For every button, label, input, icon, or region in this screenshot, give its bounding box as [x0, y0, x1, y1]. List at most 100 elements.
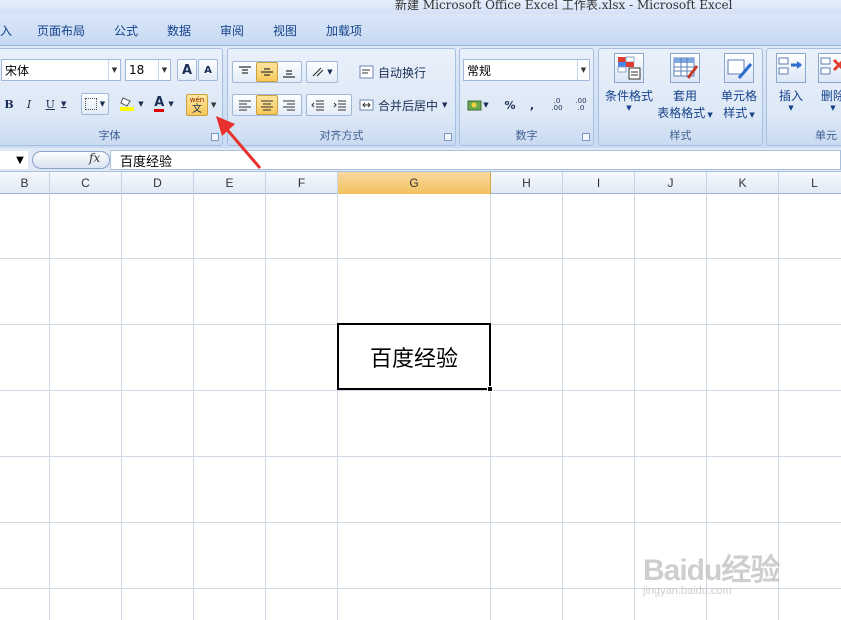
number-format-combo[interactable]: 常规 ▼ [463, 59, 590, 81]
underline-button[interactable]: U ▼ [41, 93, 71, 115]
styles-group: 条件格式 ▼ 套用 表格格式 ▼ 单元格 样式 ▼ 样式 [598, 48, 763, 146]
cell-styles-label-2: 样式 ▼ [723, 106, 755, 120]
decrease-indent-icon [311, 100, 324, 111]
column-header-i[interactable]: I [563, 172, 635, 194]
delete-cells-icon [818, 53, 841, 83]
grid-line [0, 258, 841, 259]
chevron-down-icon[interactable]: ▼ [108, 60, 120, 80]
align-top-button[interactable] [234, 62, 256, 82]
baidu-watermark: Baidu经验 jingyan.baidu.com [643, 545, 780, 597]
borders-button[interactable]: ▼ [81, 93, 109, 115]
wrap-text-icon [359, 65, 374, 79]
chevron-down-icon: ▼ [830, 104, 836, 112]
merge-center-label: 合并后居中 [378, 98, 439, 113]
grid-line [0, 456, 841, 457]
delete-label: 删除 [820, 89, 841, 103]
cells-group: 插入 ▼ 删除 ▼ 单元 [766, 48, 841, 146]
insert-cells-button[interactable]: 插入 ▼ [773, 53, 809, 112]
wrap-text-label: 自动换行 [378, 65, 427, 80]
tab-formulas[interactable]: 公式 [114, 22, 138, 39]
italic-button[interactable]: I [21, 93, 37, 115]
wrap-text-button[interactable]: 自动换行 [358, 61, 434, 83]
merge-center-button[interactable]: 合并后居中 ▼ [358, 94, 450, 116]
font-name-combo[interactable]: 宋体 ▼ [1, 59, 121, 81]
fill-handle[interactable] [487, 386, 493, 392]
bold-button[interactable]: B [1, 93, 17, 115]
font-size-combo[interactable]: 18 ▼ [125, 59, 171, 81]
increase-indent-button[interactable] [329, 95, 351, 115]
vertical-align-buttons [232, 61, 302, 83]
align-right-button[interactable] [278, 95, 300, 115]
ribbon-tabs: 入 页面布局 公式 数据 审阅 视图 加载项 [0, 14, 841, 46]
font-color-button[interactable]: A ▼ [149, 93, 179, 115]
align-bottom-button[interactable] [278, 62, 300, 82]
chevron-down-icon[interactable]: ▼ [577, 60, 589, 80]
dialog-launcher-icon[interactable] [444, 133, 452, 141]
align-middle-icon [261, 68, 273, 76]
column-header-g[interactable]: G [338, 172, 491, 194]
column-header-j[interactable]: J [635, 172, 707, 194]
column-header-b[interactable]: B [0, 172, 50, 194]
number-group-label: 数字 [515, 129, 538, 142]
increase-decimal-button[interactable]: .0 .00 [546, 94, 568, 116]
grow-font-button[interactable]: A [177, 59, 197, 81]
percent-style-button[interactable]: % [500, 94, 520, 116]
insert-cells-icon [776, 53, 806, 83]
grow-font-icon: A [181, 62, 193, 78]
active-cell-value: 百度经验 [369, 346, 458, 372]
column-header-l[interactable]: L [779, 172, 841, 194]
phonetic-guide-button[interactable]: wén 文 [186, 94, 208, 116]
title-bar: 新建 Microsoft Office Excel 工作表.xlsx - Mic… [0, 0, 841, 14]
fill-color-button[interactable]: ▼ [117, 93, 147, 115]
phonetic-char: 文 [192, 104, 202, 115]
align-middle-button[interactable] [256, 62, 278, 82]
decrease-decimal-button[interactable]: .00 .0 [570, 94, 592, 116]
decrease-decimal-icon: .00 .0 [575, 97, 587, 112]
chevron-down-icon: ▼ [626, 104, 632, 112]
font-size-value: 18 [129, 63, 145, 77]
chevron-down-icon[interactable]: ▼ [16, 155, 24, 166]
shrink-font-button[interactable]: A [198, 59, 218, 81]
format-as-table-button[interactable]: 套用 表格格式 ▼ [657, 53, 713, 121]
format-as-table-label-1: 套用 [672, 89, 697, 103]
dialog-launcher-icon[interactable] [582, 133, 590, 141]
delete-cells-button[interactable]: 删除 ▼ [815, 53, 841, 112]
comma-icon: , [529, 98, 535, 112]
tab-addins[interactable]: 加载项 [326, 22, 362, 39]
tab-view[interactable]: 视图 [273, 22, 297, 39]
format-as-table-label-2: 表格格式 ▼ [657, 106, 713, 120]
column-header-h[interactable]: H [491, 172, 563, 194]
decrease-indent-button[interactable] [307, 95, 329, 115]
cell-styles-button[interactable]: 单元格 样式 ▼ [715, 53, 763, 121]
conditional-formatting-button[interactable]: 条件格式 ▼ [603, 53, 655, 112]
chevron-down-icon[interactable]: ▼ [442, 101, 447, 109]
column-header-e[interactable]: E [194, 172, 266, 194]
column-header-c[interactable]: C [50, 172, 122, 194]
format-as-table-text: 表格格式 [657, 106, 706, 120]
chevron-down-icon[interactable]: ▼ [158, 60, 170, 80]
column-header-k[interactable]: K [707, 172, 779, 194]
column-header-d[interactable]: D [122, 172, 194, 194]
font-name-value: 宋体 [5, 63, 30, 78]
styles-group-label: 样式 [669, 129, 692, 142]
underline-icon: U [45, 97, 55, 111]
insert-function-icon[interactable]: fx [89, 151, 100, 165]
name-box-dropdown[interactable]: ▼ [0, 151, 28, 169]
chevron-down-icon[interactable]: ▼ [211, 101, 216, 109]
tab-page-layout[interactable]: 页面布局 [37, 22, 85, 39]
indent-buttons [306, 94, 352, 116]
orientation-button[interactable]: ▼ [306, 61, 338, 83]
cells-group-label: 单元 [815, 129, 837, 142]
text-orientation-icon [312, 67, 324, 77]
tab-review[interactable]: 审阅 [220, 22, 244, 39]
tab-data[interactable]: 数据 [167, 22, 191, 39]
accounting-format-button[interactable]: ▼ [463, 94, 493, 116]
comma-style-button[interactable]: , [524, 94, 540, 116]
column-header-f[interactable]: F [266, 172, 338, 194]
active-cell[interactable]: 百度经验 [337, 323, 493, 392]
bold-icon: B [4, 97, 14, 111]
italic-icon: I [26, 97, 32, 111]
shrink-font-icon: A [204, 64, 212, 76]
increase-indent-icon [333, 100, 346, 111]
tab-insert[interactable]: 入 [0, 22, 12, 39]
